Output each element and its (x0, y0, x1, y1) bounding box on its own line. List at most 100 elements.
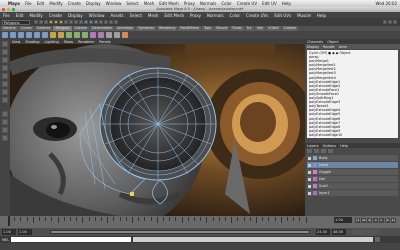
menu-mesh[interactable]: Mesh (144, 1, 155, 6)
go-to-end-icon[interactable]: ▸| (391, 218, 396, 223)
menu-display[interactable]: Display (86, 1, 101, 6)
maya-menu-select[interactable]: Select (130, 13, 142, 18)
uv-editor-icon[interactable] (122, 32, 128, 38)
layer-color-swatch[interactable] (313, 163, 317, 167)
animation-end-field[interactable]: 48.00 (332, 229, 346, 235)
step-back-icon[interactable]: ◂| (367, 218, 372, 223)
history-icon[interactable] (99, 20, 103, 24)
combine-icon[interactable] (50, 32, 56, 38)
snap-point-icon[interactable] (94, 20, 98, 24)
layer-row[interactable]: layer1 (307, 190, 398, 196)
merge-icon[interactable] (114, 32, 120, 38)
menu-create-uv[interactable]: Create UV (237, 1, 257, 6)
manipulator-handle[interactable] (130, 192, 134, 196)
last-tool-icon[interactable] (2, 97, 8, 103)
select-by-hierarchy-icon[interactable] (49, 20, 53, 24)
visibility-toggle[interactable] (308, 191, 311, 195)
maya-menu-modify[interactable]: Modify (29, 13, 42, 18)
manipulator-icon[interactable] (2, 89, 8, 95)
edge-loop-icon[interactable] (98, 32, 104, 38)
maya-menu-file[interactable]: File (3, 13, 10, 18)
layer-menu-layers[interactable]: Layers (307, 144, 319, 148)
single-view-layout-icon[interactable] (2, 111, 8, 117)
auto-key-icon[interactable] (352, 229, 364, 235)
range-bar[interactable] (50, 230, 310, 234)
list-item[interactable]: polyExtrudeEdge10 (309, 133, 396, 137)
mask-icon[interactable] (69, 20, 73, 24)
extrude-icon[interactable] (66, 32, 72, 38)
layer-down-icon[interactable] (314, 149, 319, 153)
maya-menu-edit-mesh[interactable]: Edit Mesh (164, 13, 184, 18)
maya-menu-normals[interactable]: Normals (207, 13, 224, 18)
layer-menu-options[interactable]: Options (323, 144, 337, 148)
maya-menu-color[interactable]: Color (230, 13, 240, 18)
menu-normals[interactable]: Normals (200, 1, 217, 6)
mask-icon[interactable] (79, 20, 83, 24)
maya-menu-window[interactable]: Window (89, 13, 105, 18)
separate-icon[interactable] (58, 32, 64, 38)
viewport-menu-renderer[interactable]: Renderer (78, 40, 94, 44)
maya-menu-assets[interactable]: Assets (111, 13, 124, 18)
show-tool-settings-icon[interactable] (393, 20, 397, 24)
layer-row[interactable]: Hat (307, 176, 398, 182)
mask-icon[interactable] (64, 20, 68, 24)
viewport-menu-lighting[interactable]: Lighting (45, 40, 59, 44)
render-icon[interactable] (104, 20, 108, 24)
menu-window[interactable]: Window (106, 1, 122, 6)
show-attribute-editor-icon[interactable] (388, 20, 392, 24)
animation-start-field[interactable]: 1.00 (2, 229, 16, 235)
clock[interactable]: Wed 20:02 (375, 1, 397, 6)
step-forward-icon[interactable]: |▸ (385, 218, 390, 223)
visibility-toggle[interactable] (308, 184, 311, 188)
persp-outliner-layout-icon[interactable] (2, 127, 8, 133)
layer-up-icon[interactable] (307, 149, 312, 153)
maya-menu-edit[interactable]: Edit (16, 13, 24, 18)
playback-end-field[interactable]: 24.00 (316, 229, 330, 235)
maya-menu-mesh[interactable]: Mesh (148, 13, 159, 18)
maya-menu-muscle[interactable]: Muscle (297, 13, 311, 18)
play-back-icon[interactable]: ◂ (373, 218, 378, 223)
layer-row[interactable]: Goggle (307, 169, 398, 175)
show-channel-box-icon[interactable] (383, 20, 387, 24)
step-back-key-icon[interactable]: ◂◂ (361, 218, 366, 223)
layer-color-swatch[interactable] (313, 177, 317, 181)
new-scene-icon[interactable] (34, 20, 38, 24)
lasso-tool-icon[interactable] (2, 49, 8, 55)
select-tool-icon[interactable] (2, 41, 8, 47)
menu-help[interactable]: Help (282, 1, 291, 6)
persp-graph-layout-icon[interactable] (2, 135, 8, 141)
mask-icon[interactable] (74, 20, 78, 24)
menu-color[interactable]: Color (221, 1, 231, 6)
visibility-toggle[interactable] (308, 163, 311, 167)
smooth-icon[interactable] (106, 32, 112, 38)
menu-set-dropdown[interactable]: Polygons (2, 19, 30, 25)
channel-box-menu-object[interactable]: Object (327, 40, 338, 44)
zoom-window-button[interactable] (12, 8, 15, 11)
poly-plane-icon[interactable] (34, 32, 40, 38)
playback-start-field[interactable]: 1.00 (18, 229, 32, 235)
render-settings-icon[interactable] (114, 20, 118, 24)
menu-modify[interactable]: Modify (49, 1, 62, 6)
poly-cylinder-icon[interactable] (18, 32, 24, 38)
maya-menu-display[interactable]: Display (68, 13, 83, 18)
layer-menu-help[interactable]: Help (340, 144, 348, 148)
open-scene-icon[interactable] (39, 20, 43, 24)
visibility-toggle[interactable] (308, 156, 311, 160)
menu-edit-mesh[interactable]: Edit Mesh (159, 1, 179, 6)
visibility-toggle[interactable] (308, 177, 311, 181)
menu-edit[interactable]: Edit (37, 1, 45, 6)
select-by-object-icon[interactable] (54, 20, 58, 24)
split-polygon-icon[interactable] (90, 32, 96, 38)
save-scene-icon[interactable] (44, 20, 48, 24)
maya-menu-help[interactable]: Help (317, 13, 326, 18)
command-language-label[interactable]: MEL (2, 238, 9, 242)
viewport-menu-view[interactable]: View (12, 40, 20, 44)
menu-file[interactable]: File (25, 1, 32, 6)
paint-select-icon[interactable] (2, 57, 8, 63)
command-input[interactable] (11, 237, 132, 242)
channel-box-tab-anim[interactable]: Anim (339, 45, 347, 49)
new-layer-selected-icon[interactable] (328, 149, 333, 153)
maya-menu-create-uvs[interactable]: Create UVs (246, 13, 268, 18)
time-slider[interactable]: 1.00 |◂ ◂◂ ◂| ◂ ▸ |▸ ▸| (0, 216, 400, 228)
channel-box-tab-render[interactable]: Render (323, 45, 335, 49)
